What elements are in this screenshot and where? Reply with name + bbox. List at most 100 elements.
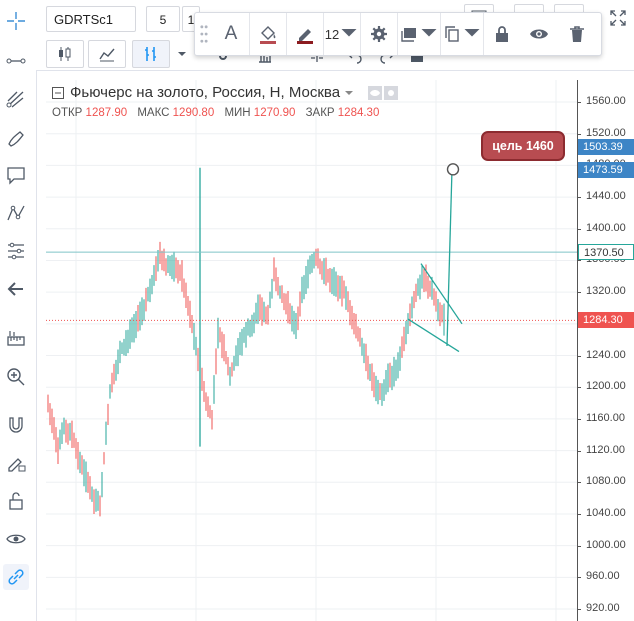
pitchfork-icon[interactable] <box>3 86 29 112</box>
layers-icon <box>401 28 416 42</box>
clone-button[interactable] <box>441 13 483 55</box>
font-size-value: 12 <box>324 26 340 42</box>
price-axis-label[interactable]: 1473.59 <box>578 162 634 179</box>
arrow-left-icon[interactable] <box>3 276 29 302</box>
tick-mark <box>577 577 581 579</box>
price-axis-label[interactable]: 1370.50 <box>578 244 634 261</box>
fill-color-button[interactable] <box>250 13 286 55</box>
remove-button[interactable] <box>558 13 596 55</box>
price-tick: 1400.00 <box>586 221 626 234</box>
font-size-select[interactable]: 12 <box>324 13 360 55</box>
lock-icon <box>496 26 508 42</box>
price-tick: 920.00 <box>586 602 620 614</box>
prediction-icon[interactable] <box>3 238 29 264</box>
gear-icon[interactable] <box>384 85 399 100</box>
copy-icon <box>445 26 459 42</box>
zoom-in-icon[interactable] <box>3 364 29 390</box>
fullscreen-icon[interactable] <box>604 4 632 32</box>
gear-icon <box>371 26 387 42</box>
chevron-down-icon <box>464 29 480 37</box>
chevron-down-icon[interactable] <box>344 88 354 98</box>
chevron-down-icon <box>341 29 357 37</box>
price-tick: 1000.00 <box>586 538 626 551</box>
eye-icon[interactable] <box>3 526 29 552</box>
eye-icon <box>530 29 548 39</box>
tick-mark <box>577 545 581 547</box>
price-tick: 1080.00 <box>586 475 626 488</box>
price-tick: 1440.00 <box>586 190 626 203</box>
hide-button[interactable] <box>520 13 558 55</box>
price-tick: 1520.00 <box>586 126 626 139</box>
tick-mark <box>577 355 581 357</box>
pencil-icon <box>297 29 313 44</box>
tick-mark <box>577 197 581 199</box>
target-callout[interactable]: цель 1460 <box>481 131 565 161</box>
price-scale[interactable]: 1560.001520.001480.001440.001400.001360.… <box>577 80 634 621</box>
area-chart-icon <box>99 48 115 62</box>
left-drawing-toolbar <box>0 0 37 621</box>
area-chart-button[interactable] <box>88 40 126 68</box>
chevron-down-icon[interactable] <box>172 40 192 68</box>
visibility-order-button[interactable] <box>398 13 440 55</box>
symbol-search-input[interactable]: GDRTSc1 <box>46 6 136 32</box>
tick-mark <box>577 228 581 230</box>
drawing-properties-toolbar: A 12 <box>194 12 602 56</box>
tick-mark <box>577 102 581 103</box>
tick-mark <box>577 513 581 515</box>
tick-mark <box>577 260 581 262</box>
chevron-down-icon <box>421 29 437 37</box>
price-axis-label[interactable]: 1503.39 <box>578 138 634 155</box>
price-tick: 1120.00 <box>586 443 625 456</box>
close-value: 1284.30 <box>337 107 380 119</box>
lock-button[interactable] <box>484 13 520 55</box>
bars-chart-button[interactable] <box>46 40 84 68</box>
price-tick: 1160.00 <box>586 411 625 424</box>
high-value: 1290.80 <box>172 107 215 119</box>
price-tick: 1560.00 <box>586 95 626 107</box>
eye-icon[interactable] <box>368 85 383 100</box>
target-projection-line <box>446 169 453 347</box>
price-axis-label[interactable]: 1284.30 <box>578 312 634 329</box>
pencil-lock-icon[interactable] <box>3 450 29 476</box>
collapse-icon[interactable] <box>52 86 64 99</box>
candles-icon <box>59 47 71 61</box>
drag-handle-icon[interactable] <box>195 13 213 55</box>
trash-icon <box>570 26 584 42</box>
price-tick: 1320.00 <box>586 285 626 298</box>
indicators-button[interactable] <box>132 40 170 68</box>
interval-button[interactable]: 5 <box>146 6 180 32</box>
tick-mark <box>577 482 581 484</box>
series-title: Фьючерс на золото, Россия, Н, Москва <box>70 84 341 101</box>
price-tick: 960.00 <box>586 570 620 583</box>
close-label: ЗАКР <box>305 107 335 119</box>
comment-icon[interactable] <box>3 162 29 188</box>
pattern-icon[interactable] <box>3 200 29 226</box>
tick-mark <box>577 609 581 610</box>
open-value: 1287.90 <box>85 107 128 119</box>
ohlc-values: ОТКР 1287.90 МАКС 1290.80 МИН 1270.90 ЗА… <box>52 107 386 119</box>
high-label: МАКС <box>137 107 170 119</box>
settings-button[interactable] <box>361 13 397 55</box>
measure-icon[interactable] <box>3 326 29 352</box>
magnet-icon[interactable] <box>3 412 29 438</box>
low-value: 1270.90 <box>253 107 296 119</box>
crosshair-icon[interactable] <box>3 8 29 34</box>
price-tick: 1040.00 <box>586 506 626 519</box>
open-label: ОТКР <box>52 107 83 119</box>
chart-legend: Фьючерс на золото, Россия, Н, Москва <box>52 84 399 101</box>
text-tool-button[interactable]: A <box>213 13 249 55</box>
tick-mark <box>577 292 581 294</box>
candles <box>47 167 445 517</box>
price-tick: 1200.00 <box>586 380 626 393</box>
line-color-button[interactable] <box>287 13 323 55</box>
target-anchor-handle <box>446 163 460 176</box>
low-label: МИН <box>224 107 251 119</box>
unlock-icon[interactable] <box>3 488 29 514</box>
indicator-icon <box>145 47 156 61</box>
price-tick: 1240.00 <box>586 348 626 361</box>
price-chart[interactable] <box>46 80 577 621</box>
tick-mark <box>577 418 581 420</box>
trend-line-icon[interactable] <box>3 48 29 74</box>
brush-icon[interactable] <box>3 124 29 150</box>
link-icon[interactable] <box>3 564 29 590</box>
